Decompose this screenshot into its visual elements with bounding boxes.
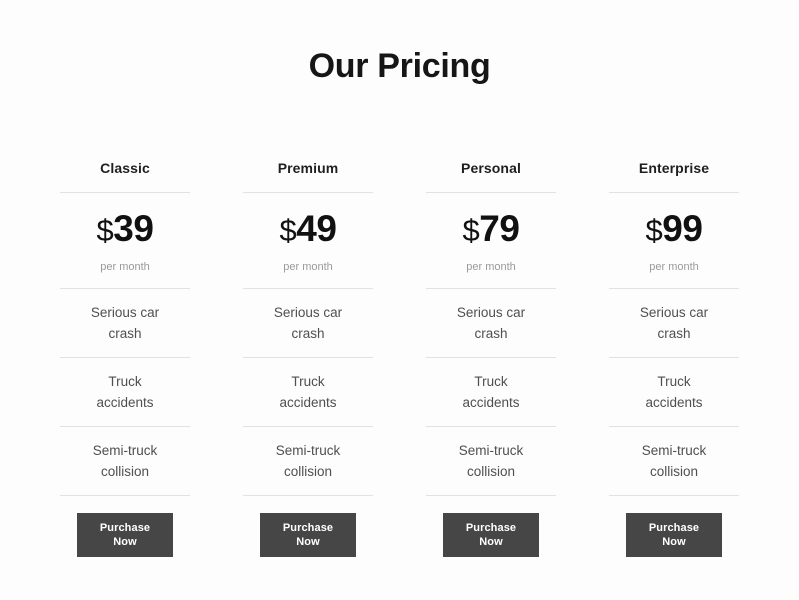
currency-symbol: $	[645, 213, 663, 248]
purchase-button-line-1: Purchase	[99, 522, 151, 534]
purchase-button-line-1: Purchase	[282, 522, 334, 534]
page-title: Our Pricing	[308, 47, 491, 85]
feature-item: Truck accidents	[426, 358, 556, 426]
feature-line-1: Serious car	[90, 305, 160, 320]
feature-item: Truck accidents	[609, 358, 739, 426]
pricing-page: Our Pricing Classic $ 39 per month Serio…	[0, 0, 799, 600]
price-row: $ 99	[646, 209, 703, 251]
price-period: per month	[649, 261, 699, 273]
cta-wrapper: Purchase Now	[260, 496, 356, 557]
price-row: $ 79	[463, 209, 520, 251]
plan-name: Personal	[461, 160, 521, 176]
price-block: $ 49 per month	[280, 193, 337, 288]
feature-line-1: Semi-truck	[458, 443, 524, 458]
purchase-button-line-1: Purchase	[648, 522, 700, 534]
purchase-button-line-2: Now	[479, 536, 503, 548]
purchase-button-line-2: Now	[662, 536, 686, 548]
feature-line-2: collision	[649, 464, 699, 479]
feature-item: Serious car crash	[60, 289, 190, 357]
price-row: $ 49	[280, 209, 337, 251]
cta-wrapper: Purchase Now	[77, 496, 173, 557]
feature-item: Semi-truck collision	[426, 427, 556, 495]
purchase-now-button[interactable]: Purchase Now	[443, 513, 539, 557]
currency-symbol: $	[279, 213, 297, 248]
plan-card-classic: Classic $ 39 per month Serious car crash…	[50, 158, 200, 557]
plan-name: Enterprise	[638, 160, 710, 176]
price-block: $ 39 per month	[97, 193, 154, 288]
feature-line-2: collision	[100, 464, 150, 479]
feature-item: Truck accidents	[243, 358, 373, 426]
feature-item: Semi-truck collision	[243, 427, 373, 495]
feature-line-1: Truck	[291, 374, 325, 389]
price-amount: 39	[113, 208, 154, 249]
feature-line-2: crash	[108, 326, 142, 341]
price-amount: 49	[296, 208, 337, 249]
feature-line-2: collision	[466, 464, 516, 479]
feature-line-2: crash	[291, 326, 325, 341]
feature-item: Semi-truck collision	[60, 427, 190, 495]
feature-line-2: collision	[283, 464, 333, 479]
price-period: per month	[283, 261, 333, 273]
price-amount: 79	[479, 208, 520, 249]
currency-symbol: $	[96, 213, 114, 248]
purchase-now-button[interactable]: Purchase Now	[77, 513, 173, 557]
feature-line-1: Serious car	[456, 305, 526, 320]
feature-line-1: Semi-truck	[641, 443, 707, 458]
plan-card-enterprise: Enterprise $ 99 per month Serious car cr…	[599, 158, 749, 557]
purchase-button-line-1: Purchase	[465, 522, 517, 534]
feature-item: Semi-truck collision	[609, 427, 739, 495]
feature-item: Serious car crash	[426, 289, 556, 357]
purchase-now-button[interactable]: Purchase Now	[626, 513, 722, 557]
plan-name: Premium	[277, 160, 339, 176]
price-row: $ 39	[97, 209, 154, 251]
price-block: $ 99 per month	[646, 193, 703, 288]
feature-line-1: Truck	[108, 374, 142, 389]
feature-line-2: accidents	[96, 395, 154, 410]
feature-line-2: crash	[474, 326, 508, 341]
price-period: per month	[466, 261, 516, 273]
feature-line-2: accidents	[462, 395, 520, 410]
plan-card-premium: Premium $ 49 per month Serious car crash…	[233, 158, 383, 557]
feature-line-1: Serious car	[639, 305, 709, 320]
pricing-grid: Classic $ 39 per month Serious car crash…	[50, 158, 749, 557]
feature-line-2: accidents	[645, 395, 703, 410]
price-amount: 99	[662, 208, 703, 249]
feature-line-2: accidents	[279, 395, 337, 410]
cta-wrapper: Purchase Now	[626, 496, 722, 557]
purchase-now-button[interactable]: Purchase Now	[260, 513, 356, 557]
cta-wrapper: Purchase Now	[443, 496, 539, 557]
feature-item: Serious car crash	[609, 289, 739, 357]
feature-line-1: Truck	[657, 374, 691, 389]
plan-card-personal: Personal $ 79 per month Serious car cras…	[416, 158, 566, 557]
purchase-button-line-2: Now	[113, 536, 137, 548]
feature-line-2: crash	[657, 326, 691, 341]
purchase-button-line-2: Now	[296, 536, 320, 548]
feature-line-1: Semi-truck	[92, 443, 158, 458]
feature-line-1: Truck	[474, 374, 508, 389]
feature-item: Truck accidents	[60, 358, 190, 426]
currency-symbol: $	[462, 213, 480, 248]
feature-line-1: Serious car	[273, 305, 343, 320]
feature-item: Serious car crash	[243, 289, 373, 357]
plan-name: Classic	[100, 160, 150, 176]
feature-line-1: Semi-truck	[275, 443, 341, 458]
price-period: per month	[100, 261, 150, 273]
price-block: $ 79 per month	[463, 193, 520, 288]
